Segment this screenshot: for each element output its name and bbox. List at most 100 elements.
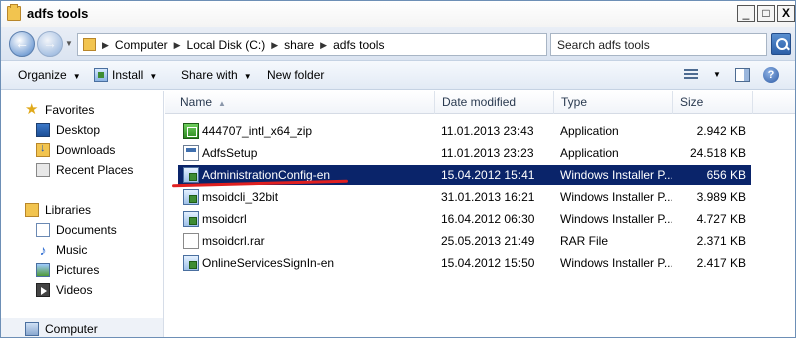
file-row[interactable]: AdfsSetup 11.01.2013 23:23 Application 2… [178,143,751,163]
search-box[interactable] [550,33,767,56]
organize-button[interactable]: Organize ▼ [18,68,81,82]
file-row[interactable]: OnlineServicesSignIn-en 15.04.2012 15:50… [178,253,751,273]
navigation-pane[interactable]: ★ Favorites Desktop Downloads Recent Pla… [1,91,164,337]
file-type: Windows Installer P... [560,168,672,182]
breadcrumb-share[interactable]: share [284,38,314,52]
breadcrumb: ▶ Computer ▶ Local Disk (C:) ▶ share ▶ a… [102,38,384,52]
file-size: 4.727 KB [696,212,746,226]
file-size: 2.942 KB [696,124,746,138]
explorer-window: adfs tools _ □ X ← → ▼ ▶ Computer ▶ Loca… [0,0,796,338]
share-with-label: Share with [181,68,238,82]
downloads-folder-icon [36,142,50,157]
file-name: msoidcli_32bit [202,190,279,204]
file-size: 3.989 KB [696,190,746,204]
msi-icon [183,189,199,205]
nav-label: Downloads [56,143,116,157]
file-type: Application [560,146,619,160]
pictures-icon [36,263,50,277]
msi-icon [183,255,199,271]
chevron-down-icon[interactable]: ▼ [713,70,721,79]
breadcrumb-adfs-tools[interactable]: adfs tools [333,38,384,52]
documents-icon [36,223,50,237]
file-type: RAR File [560,234,609,248]
file-name: msoidcrl [202,212,247,226]
search-icon[interactable] [771,33,791,55]
chevron-down-icon: ▼ [243,72,252,81]
column-name-header[interactable]: Name ▲ [173,91,435,114]
breadcrumb-separator-icon[interactable]: ▶ [102,40,109,52]
file-date: 16.04.2012 06:30 [441,212,535,226]
file-date: 11.01.2013 23:23 [441,146,534,160]
file-size: 24.518 KB [689,146,746,160]
breadcrumb-computer[interactable]: Computer [115,38,168,52]
column-date-header[interactable]: Date modified [435,91,554,114]
breadcrumb-local-disk[interactable]: Local Disk (C:) [187,38,266,52]
breadcrumb-separator-icon[interactable]: ▶ [320,40,327,52]
file-row[interactable]: 444707_intl_x64_zip 11.01.2013 23:43 App… [178,121,751,141]
file-name: msoidcrl.rar [202,234,265,248]
file-date: 11.01.2013 23:43 [441,124,534,138]
help-icon[interactable]: ? [763,67,779,83]
column-header: Name ▲ Date modified Type Size [165,91,795,114]
file-name: OnlineServicesSignIn-en [202,256,335,270]
installer-icon [94,68,108,82]
new-folder-button[interactable]: New folder [267,68,324,82]
nav-label: Documents [56,223,117,237]
file-size: 2.371 KB [696,234,746,248]
computer-icon [25,322,39,336]
libraries-icon [25,203,39,217]
nav-label: Music [56,243,88,257]
install-label: Install [112,68,144,82]
recent-pages-dropdown-icon[interactable]: ▼ [65,39,73,48]
minimize-button[interactable]: _ [737,5,755,22]
chevron-down-icon: ▼ [149,72,158,81]
file-row[interactable]: msoidcrl.rar 25.05.2013 21:49 RAR File 2… [178,231,751,251]
file-type: Windows Installer P... [560,190,672,204]
close-button[interactable]: X [777,5,795,22]
address-bar[interactable]: ▶ Computer ▶ Local Disk (C:) ▶ share ▶ a… [77,33,621,56]
recent-places-icon [36,163,50,177]
search-input[interactable] [557,38,737,52]
forward-button[interactable]: → [37,31,63,57]
file-size: 656 KB [706,168,746,182]
file-type: Windows Installer P... [560,256,672,270]
column-type-header[interactable]: Type [554,91,673,114]
file-row[interactable]: msoidcrl 16.04.2012 06:30 Windows Instal… [178,209,751,229]
desktop-icon [36,123,50,137]
file-type: Windows Installer P... [560,212,672,226]
videos-icon [36,283,50,297]
chevron-down-icon: ▼ [72,72,81,81]
nav-label: Desktop [56,123,101,137]
file-name: 444707_intl_x64_zip [202,124,313,138]
file-date: 15.04.2012 15:41 [441,168,535,182]
nav-label: Libraries [45,203,92,217]
rar-file-icon [183,233,199,249]
address-row: ← → ▼ ▶ Computer ▶ Local Disk (C:) ▶ sha… [1,27,795,61]
music-icon: ♪ [39,242,47,258]
file-list[interactable]: Name ▲ Date modified Type Size 444707_int… [165,91,795,337]
command-bar: Organize ▼ Install ▼ Share with ▼ New folde… [1,61,795,90]
back-button[interactable]: ← [9,31,35,57]
nav-label: Computer [45,322,98,336]
application-icon [183,123,199,139]
file-type: Application [560,124,619,138]
msi-icon [183,211,199,227]
file-date: 31.01.2013 16:21 [441,190,535,204]
share-with-button[interactable]: Share with ▼ [181,68,252,82]
file-row[interactable]: msoidcli_32bit 31.01.2013 16:21 Windows … [178,187,751,207]
folder-icon [83,38,96,51]
preview-pane-icon[interactable] [735,68,750,82]
organize-label: Organize [18,68,67,82]
msi-icon [183,167,199,183]
nav-label: Recent Places [56,163,134,177]
maximize-button[interactable]: □ [757,5,775,22]
file-name: AdfsSetup [202,146,258,160]
breadcrumb-separator-icon[interactable]: ▶ [174,40,181,52]
setup-icon [183,145,199,161]
install-button[interactable]: Install ▼ [94,68,157,82]
breadcrumb-separator-icon[interactable]: ▶ [271,40,278,52]
column-size-header[interactable]: Size [673,91,753,114]
nav-label: Pictures [56,263,100,277]
title-bar[interactable]: adfs tools _ □ X [1,1,795,27]
view-options-icon[interactable] [684,69,698,81]
